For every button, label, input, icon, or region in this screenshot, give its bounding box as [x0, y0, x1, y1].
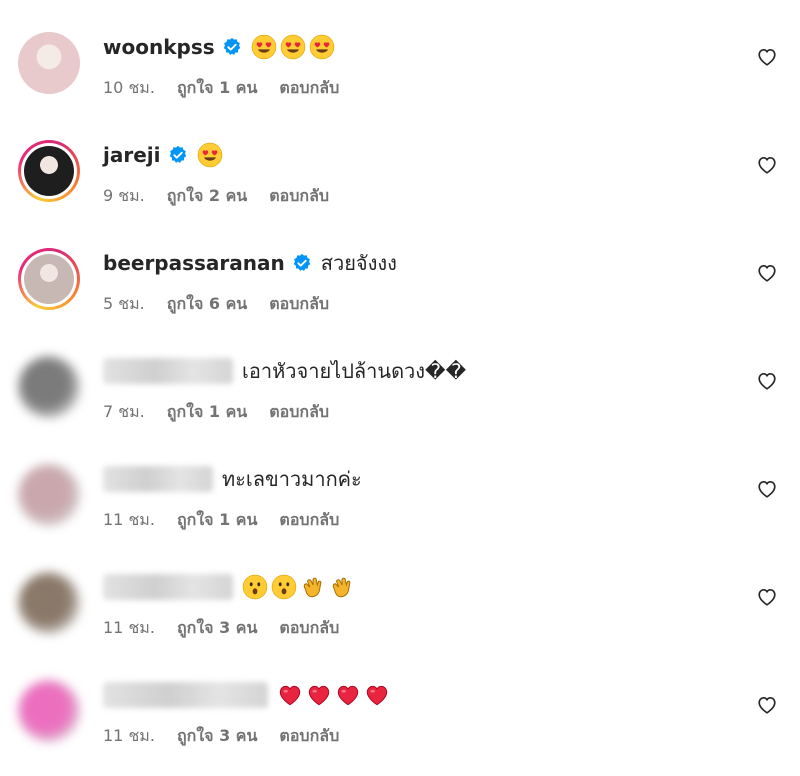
comment-meta: 5 ชม. ถูกใจ 6 คน ตอบกลับ: [103, 292, 329, 316]
comment-meta: 7 ชม. ถูกใจ 1 คน ตอบกลับ: [103, 400, 329, 424]
avatar[interactable]: [18, 572, 80, 634]
red-heart-emoji-icon: [308, 686, 330, 706]
blurred-username[interactable]: [103, 358, 233, 384]
comment-time: 11 ชม.: [103, 617, 155, 637]
clap-emoji-icon: [303, 577, 322, 598]
blurred-username[interactable]: [103, 466, 213, 492]
like-count-link[interactable]: ถูกใจ 2 คน: [167, 184, 247, 209]
like-heart-icon[interactable]: [756, 262, 778, 284]
comment-emojis: [242, 574, 358, 601]
username-link[interactable]: jareji: [103, 143, 161, 167]
reply-button[interactable]: ตอบกลับ: [269, 292, 329, 317]
comment-line: เอาหัวจายไปล้านดวง��: [103, 356, 466, 386]
comment-time: 11 ชม.: [103, 725, 155, 745]
red-heart-emoji-icon: [366, 686, 388, 706]
reply-button[interactable]: ตอบกลับ: [269, 400, 329, 425]
avatar[interactable]: [18, 464, 80, 526]
comment-emojis: [251, 34, 338, 61]
verified-badge-icon: [169, 145, 186, 163]
heart-eyes-emoji-icon: [197, 143, 222, 168]
avatar[interactable]: [18, 248, 80, 310]
like-count-link[interactable]: ถูกใจ 3 คน: [177, 724, 257, 749]
comment-item: 11 ชม. ถูกใจ 3 คน ตอบกลับ: [0, 568, 800, 668]
like-count-link[interactable]: ถูกใจ 6 คน: [167, 292, 247, 317]
like-count-link[interactable]: ถูกใจ 3 คน: [177, 616, 257, 641]
comment-time: 11 ชม.: [103, 509, 155, 529]
like-count-link[interactable]: ถูกใจ 1 คน: [177, 508, 257, 533]
comment-meta: 11 ชม. ถูกใจ 3 คน ตอบกลับ: [103, 616, 339, 640]
comment-line: [103, 572, 358, 602]
comment-meta: 11 ชม. ถูกใจ 1 คน ตอบกลับ: [103, 508, 339, 532]
comment-item: ทะเลขาวมากค่ะ 11 ชม. ถูกใจ 1 คน ตอบกลับ: [0, 460, 800, 560]
reply-button[interactable]: ตอบกลับ: [279, 508, 339, 533]
like-count-link[interactable]: ถูกใจ 1 คน: [177, 76, 257, 101]
reply-button[interactable]: ตอบกลับ: [279, 724, 339, 749]
comment-item: jareji 9 ชม. ถูกใจ 2 คน ตอบกลับ: [0, 136, 800, 236]
heart-eyes-emoji-icon: [251, 35, 276, 60]
like-count-link[interactable]: ถูกใจ 1 คน: [167, 400, 247, 425]
like-heart-icon[interactable]: [756, 154, 778, 176]
reply-button[interactable]: ตอบกลับ: [279, 616, 339, 641]
comment-emojis: [197, 142, 226, 169]
astonished-emoji-icon: [271, 575, 297, 600]
blurred-username[interactable]: [103, 682, 268, 708]
comment-line: [103, 680, 393, 710]
comment-line: beerpassaranan สวยจังงง: [103, 248, 397, 278]
comment-line: woonkpss: [103, 32, 338, 62]
reply-button[interactable]: ตอบกลับ: [279, 76, 339, 101]
comment-line: ทะเลขาวมากค่ะ: [103, 464, 362, 494]
like-heart-icon[interactable]: [756, 478, 778, 500]
comment-meta: 11 ชม. ถูกใจ 3 คน ตอบกลับ: [103, 724, 339, 748]
avatar[interactable]: [18, 356, 80, 418]
comment-time: 9 ชม.: [103, 185, 145, 205]
comment-text: เอาหัวจายไปล้านดวง��: [242, 359, 467, 383]
clap-emoji-icon: [332, 577, 351, 598]
red-heart-emoji-icon: [279, 686, 301, 706]
heart-eyes-emoji-icon: [280, 35, 305, 60]
comment-text: สวยจังงง: [320, 251, 397, 275]
avatar[interactable]: [18, 680, 80, 742]
avatar[interactable]: [18, 32, 80, 94]
blurred-username[interactable]: [103, 574, 233, 600]
comment-item: เอาหัวจายไปล้านดวง�� 7 ชม. ถูกใจ 1 คน ตอบกล…: [0, 352, 800, 452]
comment-time: 10 ชม.: [103, 77, 155, 97]
comment-meta: 9 ชม. ถูกใจ 2 คน ตอบกลับ: [103, 184, 329, 208]
comment-item: woonkpss 10 ชม. ถูกใจ 1 คน ตอบกลับ: [0, 28, 800, 128]
astonished-emoji-icon: [242, 575, 268, 600]
red-heart-emoji-icon: [337, 686, 359, 706]
comment-item: 11 ชม. ถูกใจ 3 คน ตอบกลับ: [0, 676, 800, 776]
comment-meta: 10 ชม. ถูกใจ 1 คน ตอบกลับ: [103, 76, 339, 100]
like-heart-icon[interactable]: [756, 694, 778, 716]
comment-item: beerpassaranan สวยจังงง 5 ชม. ถูกใจ 6 คน ตอบ…: [0, 244, 800, 344]
heart-eyes-emoji-icon: [309, 35, 334, 60]
comment-time: 5 ชม.: [103, 293, 145, 313]
reply-button[interactable]: ตอบกลับ: [269, 184, 329, 209]
like-heart-icon[interactable]: [756, 46, 778, 68]
avatar[interactable]: [18, 140, 80, 202]
verified-badge-icon: [223, 37, 240, 55]
username-link[interactable]: beerpassaranan: [103, 251, 285, 275]
comment-time: 7 ชม.: [103, 401, 145, 421]
like-heart-icon[interactable]: [756, 370, 778, 392]
comment-text: ทะเลขาวมากค่ะ: [222, 467, 362, 491]
verified-badge-icon: [293, 253, 311, 271]
comment-emojis: [277, 682, 393, 709]
username-link[interactable]: woonkpss: [103, 35, 215, 59]
comment-list: woonkpss 10 ชม. ถูกใจ 1 คน ตอบกลับ jareji 9 ช…: [0, 0, 800, 766]
like-heart-icon[interactable]: [756, 586, 778, 608]
comment-line: jareji: [103, 140, 226, 170]
